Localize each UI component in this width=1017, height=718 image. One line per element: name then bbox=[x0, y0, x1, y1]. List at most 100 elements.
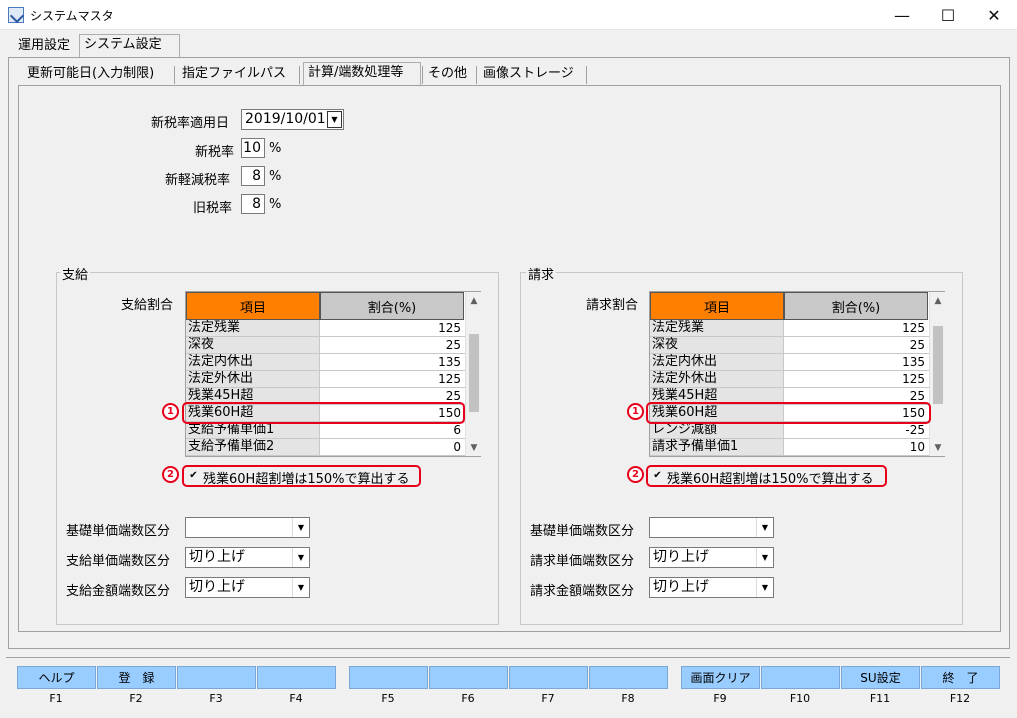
fkey-button-f1[interactable]: ヘルプ bbox=[17, 666, 96, 689]
bill-grid-scrollbar[interactable]: ▲ ▼ bbox=[929, 292, 945, 456]
fkey-label: F8 bbox=[621, 692, 635, 705]
table-row[interactable]: 支給予備単価2 0 bbox=[186, 439, 480, 456]
table-row[interactable]: 法定内休出 135 bbox=[650, 354, 944, 371]
fkey-button-f11[interactable]: SU設定 bbox=[841, 666, 920, 689]
grid-header-ratio: 割合(%) bbox=[784, 292, 928, 320]
bill-basic-rounding-combo[interactable]: ▼ bbox=[649, 517, 774, 538]
table-row[interactable]: 法定内休出 135 bbox=[186, 354, 480, 371]
subtab-shitei-file-path[interactable]: 指定ファイルパス bbox=[178, 64, 290, 86]
combo-value: 切り上げ bbox=[189, 579, 245, 595]
fkey-button-f5[interactable] bbox=[349, 666, 428, 689]
fkey-divider bbox=[6, 657, 1010, 658]
tab-unyou-settei[interactable]: 運用設定 bbox=[14, 36, 74, 58]
new-rate-label: 新税率 bbox=[195, 145, 235, 160]
dropdown-arrow-icon[interactable]: ▼ bbox=[327, 111, 342, 128]
dropdown-arrow-icon[interactable]: ▼ bbox=[756, 578, 773, 597]
table-row[interactable]: 法定残業 125 bbox=[186, 320, 480, 337]
table-row[interactable]: レンジ減額 -25 bbox=[650, 422, 944, 439]
cell-ratio[interactable]: 125 bbox=[320, 320, 464, 336]
new-reduced-rate-input[interactable]: 8 bbox=[241, 166, 265, 186]
cell-item: 法定残業 bbox=[186, 320, 320, 336]
cell-ratio[interactable]: 125 bbox=[320, 371, 464, 387]
pay-ratio-grid: 項目 割合(%) 法定残業 125 深夜 25 法定内休出 135 法定外休出 125 残業45… bbox=[185, 291, 481, 457]
percent-unit: % bbox=[269, 141, 282, 156]
subtab-keisan-hasuu[interactable]: 計算/端数処理等 bbox=[303, 62, 421, 86]
minimize-button[interactable]: — bbox=[879, 0, 925, 30]
close-button[interactable]: ✕ bbox=[971, 0, 1017, 30]
bill-unit-rounding-combo[interactable]: 切り上げ ▼ bbox=[649, 547, 774, 568]
fkey-button-f2[interactable]: 登 録 bbox=[97, 666, 176, 689]
cell-ratio[interactable]: 135 bbox=[320, 354, 464, 370]
cell-item: 支給予備単価1 bbox=[186, 422, 320, 438]
pay-amount-rounding-combo[interactable]: 切り上げ ▼ bbox=[185, 577, 310, 598]
table-row[interactable]: 深夜 25 bbox=[186, 337, 480, 354]
cell-ratio[interactable]: 125 bbox=[784, 320, 928, 336]
pay-grid-scrollbar[interactable]: ▲ ▼ bbox=[465, 292, 481, 456]
cell-ratio[interactable]: 25 bbox=[320, 337, 464, 353]
pay-150-checkbox[interactable]: ✔ bbox=[187, 470, 200, 483]
maximize-button[interactable]: ☐ bbox=[925, 0, 971, 30]
fkey-button-f4[interactable] bbox=[257, 666, 336, 689]
fkey-label: F11 bbox=[869, 692, 891, 705]
pay-group-title: 支給 bbox=[60, 264, 91, 283]
scroll-up-icon[interactable]: ▲ bbox=[466, 292, 482, 309]
fkey-button-f10[interactable] bbox=[761, 666, 840, 689]
cell-ratio[interactable]: 135 bbox=[784, 354, 928, 370]
fkey-button-f6[interactable] bbox=[429, 666, 508, 689]
new-rate-date-combo[interactable]: 2019/10/01 ▼ bbox=[241, 109, 344, 130]
combo-value: 切り上げ bbox=[653, 579, 709, 595]
cell-ratio[interactable]: 6 bbox=[320, 422, 464, 438]
bill-highlight-box bbox=[646, 402, 931, 424]
old-rate-input[interactable]: 8 bbox=[241, 194, 265, 214]
scroll-down-icon[interactable]: ▼ bbox=[466, 439, 482, 456]
grid-header-ratio: 割合(%) bbox=[320, 292, 464, 320]
tab-separator bbox=[586, 66, 587, 84]
tab-system-settei[interactable]: システム設定 bbox=[79, 34, 180, 58]
pay-rounding-label-2: 支給金額端数区分 bbox=[66, 584, 171, 599]
subtab-gazou-storage[interactable]: 画像ストレージ bbox=[479, 64, 578, 86]
dropdown-arrow-icon[interactable]: ▼ bbox=[756, 548, 773, 567]
subtab-koushin-kanoubi[interactable]: 更新可能日(入力制限) bbox=[23, 64, 158, 86]
cell-item: 法定内休出 bbox=[650, 354, 784, 370]
fkey-button-f12[interactable]: 終 了 bbox=[921, 666, 1000, 689]
cell-item: 法定内休出 bbox=[186, 354, 320, 370]
marker-1-icon: 1 bbox=[627, 403, 644, 420]
table-row[interactable]: 法定残業 125 bbox=[650, 320, 944, 337]
cell-ratio[interactable]: 125 bbox=[784, 371, 928, 387]
dropdown-arrow-icon[interactable]: ▼ bbox=[292, 578, 309, 597]
new-rate-date-label: 新税率適用日 bbox=[151, 116, 230, 131]
dropdown-arrow-icon[interactable]: ▼ bbox=[292, 548, 309, 567]
grid-header-item: 項目 bbox=[186, 292, 320, 320]
cell-item: 請求予備単価1 bbox=[650, 439, 784, 455]
combo-value: 切り上げ bbox=[189, 549, 245, 565]
new-rate-input[interactable]: 10 bbox=[241, 138, 265, 158]
scroll-down-icon[interactable]: ▼ bbox=[930, 439, 946, 456]
table-row[interactable]: 請求予備単価1 10 bbox=[650, 439, 944, 456]
table-row[interactable]: 法定外休出 125 bbox=[186, 371, 480, 388]
scroll-up-icon[interactable]: ▲ bbox=[930, 292, 946, 309]
bill-amount-rounding-combo[interactable]: 切り上げ ▼ bbox=[649, 577, 774, 598]
table-row[interactable]: 支給予備単価1 6 bbox=[186, 422, 480, 439]
subtab-sonota[interactable]: その他 bbox=[424, 64, 471, 86]
cell-ratio[interactable]: 10 bbox=[784, 439, 928, 455]
scroll-thumb[interactable] bbox=[469, 334, 479, 412]
dropdown-arrow-icon[interactable]: ▼ bbox=[756, 518, 773, 537]
fkey-button-f3[interactable] bbox=[177, 666, 256, 689]
table-row[interactable]: 法定外休出 125 bbox=[650, 371, 944, 388]
cell-ratio[interactable]: 25 bbox=[784, 337, 928, 353]
pay-basic-rounding-combo[interactable]: ▼ bbox=[185, 517, 310, 538]
scroll-thumb[interactable] bbox=[933, 326, 943, 404]
cell-ratio[interactable]: -25 bbox=[784, 422, 928, 438]
cell-ratio[interactable]: 0 bbox=[320, 439, 464, 455]
table-row[interactable]: 深夜 25 bbox=[650, 337, 944, 354]
pay-rounding-label-0: 基礎単価端数区分 bbox=[66, 524, 171, 539]
cell-item: 支給予備単価2 bbox=[186, 439, 320, 455]
dropdown-arrow-icon[interactable]: ▼ bbox=[292, 518, 309, 537]
pay-unit-rounding-combo[interactable]: 切り上げ ▼ bbox=[185, 547, 310, 568]
cell-item: 深夜 bbox=[650, 337, 784, 353]
fkey-button-f8[interactable] bbox=[589, 666, 668, 689]
bill-ratio-grid: 項目 割合(%) 法定残業 125 深夜 25 法定内休出 135 法定外休出 125 残業45… bbox=[649, 291, 945, 457]
bill-150-checkbox[interactable]: ✔ bbox=[651, 470, 664, 483]
fkey-button-f9[interactable]: 画面クリア bbox=[681, 666, 760, 689]
fkey-button-f7[interactable] bbox=[509, 666, 588, 689]
